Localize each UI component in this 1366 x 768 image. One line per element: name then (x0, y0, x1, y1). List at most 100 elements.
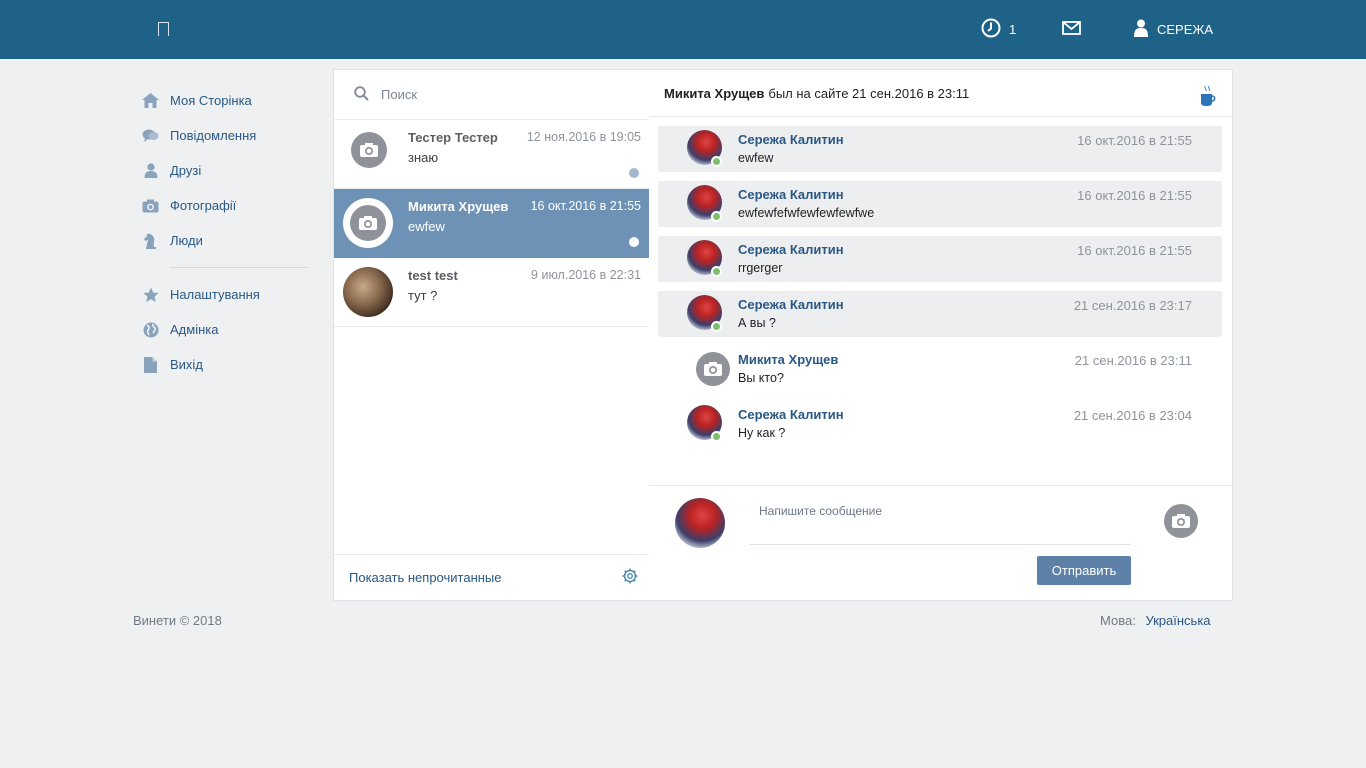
dialog-name: Тестер Тестер (408, 130, 498, 145)
nav-divider (170, 267, 307, 268)
message-text: А вы ? (738, 316, 776, 330)
star-icon (142, 286, 159, 303)
nav-item-messages[interactable]: Повідомлення (142, 118, 308, 153)
dialog-item-active[interactable]: Микита Хрущев 16 окт.2016 в 21:55 ewfew (334, 189, 649, 258)
nav-item-label: Фотографії (170, 198, 237, 213)
message: Сережа Калитин 16 окт.2016 в 21:55 ewfew… (658, 181, 1222, 227)
gear-icon[interactable] (622, 568, 638, 587)
dialog-time: 12 ноя.2016 в 19:05 (526, 130, 641, 144)
nav-item-photos[interactable]: Фотографії (142, 188, 308, 223)
nav-item-label: Адмінка (170, 322, 219, 337)
user-name: СЕРЕЖА (1157, 22, 1214, 37)
dialogs-panel: Поиск Тестер Тестер 12 ноя.2016 в 19:05 … (333, 69, 650, 601)
clock-icon (981, 18, 1001, 41)
messages-button[interactable] (1062, 0, 1081, 59)
notifications-button[interactable]: 1 (981, 0, 1016, 59)
message-list: Сережа Калитин 16 окт.2016 в 21:55 ewfew… (658, 126, 1222, 456)
globe-icon (142, 321, 159, 338)
message-text: ewfew (738, 151, 774, 165)
dialog-search[interactable]: Поиск (334, 70, 649, 120)
nav-item-label: Повідомлення (170, 128, 257, 143)
nav-item-my-page[interactable]: Моя Сторінка (142, 83, 308, 118)
camera-icon (360, 143, 378, 157)
avatar (351, 132, 387, 168)
nav-item-label: Вихід (170, 357, 203, 372)
nav-item-logout[interactable]: Вихід (142, 347, 308, 382)
chat-partner-status: был на сайте 21 сен.2016 в 23:11 (768, 85, 970, 101)
online-indicator (711, 321, 722, 332)
camera-icon (142, 197, 159, 214)
nav-item-people[interactable]: Люди (142, 223, 308, 258)
user-icon (1133, 19, 1149, 40)
nav-item-label: Люди (170, 233, 203, 248)
message-author[interactable]: Сережа Калитин (738, 297, 844, 312)
message-time: 21 сен.2016 в 23:04 (1073, 408, 1192, 423)
logo-icon[interactable] (158, 22, 169, 36)
message-author[interactable]: Сережа Калитин (738, 242, 844, 257)
dialog-time: 16 окт.2016 в 21:55 (530, 199, 641, 213)
top-bar: 1 СЕРЕЖА (0, 0, 1366, 59)
message: Сережа Калитин 21 сен.2016 в 23:04 Ну ка… (658, 401, 1222, 447)
avatar (675, 498, 725, 548)
message-author[interactable]: Микита Хрущев (738, 352, 838, 367)
chess-knight-icon (142, 232, 159, 249)
message: Сережа Калитин 16 окт.2016 в 21:55 rrger… (658, 236, 1222, 282)
message-time: 16 окт.2016 в 21:55 (1077, 243, 1192, 258)
avatar[interactable] (696, 352, 730, 386)
nav-item-admin[interactable]: Адмінка (142, 312, 308, 347)
message-author[interactable]: Сережа Калитин (738, 132, 844, 147)
avatar (343, 198, 393, 248)
dialog-preview: тут ? (408, 288, 438, 303)
online-indicator (711, 266, 722, 277)
camera-icon (359, 216, 377, 230)
camera-icon (1172, 514, 1190, 528)
language-link[interactable]: Українська (1145, 613, 1210, 628)
message-composer: Напишите сообщение Отправить (649, 485, 1232, 600)
dialog-time: 9 июл.2016 в 22:31 (531, 268, 641, 282)
online-indicator (711, 211, 722, 222)
mail-icon (1062, 21, 1081, 38)
attach-photo-button[interactable] (1164, 504, 1198, 538)
search-icon (354, 85, 369, 104)
search-input[interactable]: Поиск (381, 87, 417, 102)
chat-panel: Микита Хрущев был на сайте 21 сен.2016 в… (649, 69, 1233, 601)
nav-item-friends[interactable]: Друзі (142, 153, 308, 188)
dialog-item[interactable]: test test 9 июл.2016 в 22:31 тут ? (334, 258, 649, 327)
dialog-name: test test (408, 268, 458, 283)
nav-item-label: Налаштування (170, 287, 260, 302)
message: Сережа Калитин 21 сен.2016 в 23:17 А вы … (658, 291, 1222, 337)
dialogs-footer: Показать непрочитанные (334, 554, 649, 600)
person-icon (142, 162, 159, 179)
message-text: ewfewfefwfewfewfewfwe (738, 206, 875, 220)
message-author[interactable]: Сережа Калитин (738, 407, 844, 422)
document-icon (142, 356, 159, 373)
message-text: rrgerger (738, 261, 783, 275)
message-input[interactable]: Напишите сообщение (749, 504, 1131, 545)
message-time: 21 сен.2016 в 23:11 (1074, 353, 1192, 368)
message-time: 16 окт.2016 в 21:55 (1077, 133, 1192, 148)
chat-partner-name[interactable]: Микита Хрущев (664, 86, 764, 101)
language-label: Мова: (1100, 613, 1136, 628)
show-unread-link[interactable]: Показать непрочитанные (349, 570, 502, 585)
home-icon (142, 92, 159, 109)
sidebar-nav: Моя Сторінка Повідомлення Друзі Фотограф… (142, 83, 308, 382)
dialog-item[interactable]: Тестер Тестер 12 ноя.2016 в 19:05 знаю (334, 120, 649, 189)
message-text: Ну как ? (738, 426, 786, 440)
message: Сережа Калитин 16 окт.2016 в 21:55 ewfew (658, 126, 1222, 172)
copyright: Винети © 2018 (133, 613, 222, 628)
user-menu[interactable]: СЕРЕЖА (1133, 0, 1213, 59)
message-time: 21 сен.2016 в 23:17 (1073, 298, 1192, 313)
nav-item-label: Моя Сторінка (170, 93, 252, 108)
nav-item-label: Друзі (170, 163, 202, 178)
dialog-name: Микита Хрущев (408, 199, 509, 214)
unread-dot (629, 168, 639, 178)
language-switch: Мова: Українська (1100, 613, 1211, 628)
camera-icon (704, 362, 722, 376)
coffee-cup-icon (1200, 85, 1216, 110)
notifications-count: 1 (1009, 22, 1017, 37)
message-time: 16 окт.2016 в 21:55 (1077, 188, 1192, 203)
message-author[interactable]: Сережа Калитин (738, 187, 844, 202)
send-button[interactable]: Отправить (1037, 556, 1131, 585)
chat-header: Микита Хрущев был на сайте 21 сен.2016 в… (649, 70, 1232, 117)
nav-item-settings[interactable]: Налаштування (142, 277, 308, 312)
